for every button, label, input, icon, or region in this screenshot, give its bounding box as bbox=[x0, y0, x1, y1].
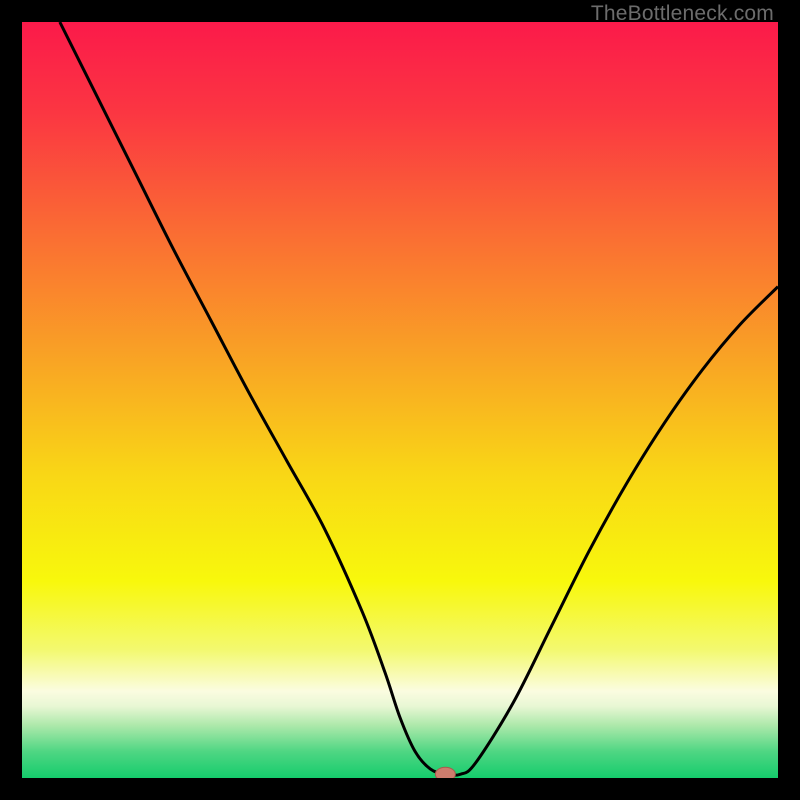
bottleneck-curve bbox=[60, 22, 778, 775]
optimal-point-marker bbox=[435, 767, 455, 778]
chart-frame bbox=[22, 22, 778, 778]
watermark-text: TheBottleneck.com bbox=[591, 2, 774, 26]
plot-area bbox=[22, 22, 778, 778]
curve-layer bbox=[22, 22, 778, 778]
